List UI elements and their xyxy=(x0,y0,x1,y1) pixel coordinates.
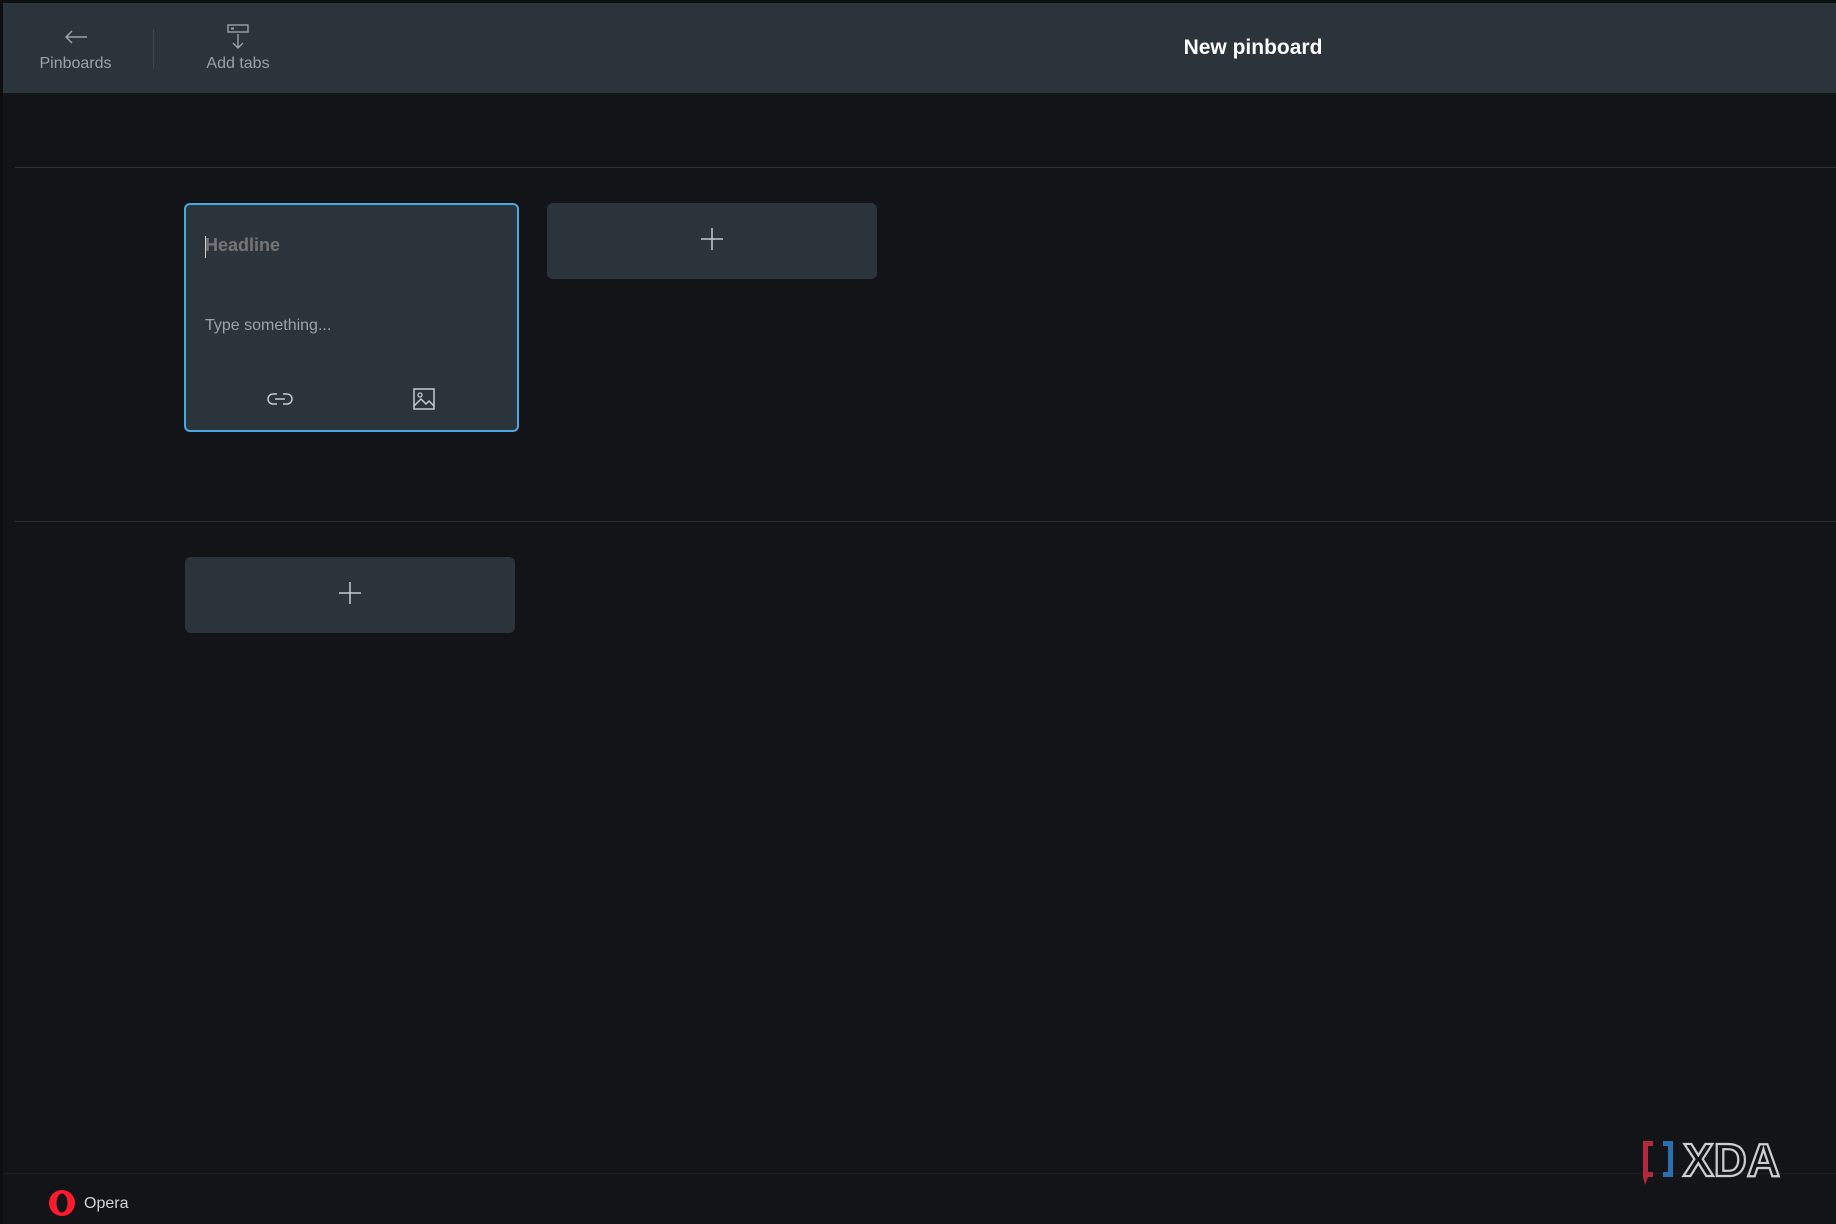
toolbar-divider xyxy=(153,29,154,69)
row-divider xyxy=(15,167,1836,168)
arrow-left-icon xyxy=(64,23,88,51)
add-link-button[interactable] xyxy=(264,385,296,417)
back-to-pinboards-button[interactable]: Pinboards xyxy=(33,3,118,93)
note-card[interactable]: Type something... xyxy=(184,203,519,432)
note-body-input[interactable]: Type something... xyxy=(205,317,495,335)
add-row-button[interactable] xyxy=(185,557,515,633)
add-tabs-label: Add tabs xyxy=(206,55,270,72)
status-bar xyxy=(3,1173,1836,1224)
pinboard-window: Pinboards Add tabs New pinboard Type som… xyxy=(3,3,1836,1224)
back-label: Pinboards xyxy=(39,55,112,72)
add-image-button[interactable] xyxy=(408,385,440,417)
row-divider xyxy=(15,521,1836,522)
image-icon xyxy=(413,387,435,415)
plus-icon xyxy=(338,581,362,610)
svg-text:XDA: XDA xyxy=(1683,1134,1780,1186)
opera-logo-icon xyxy=(47,1188,77,1218)
add-tabs-icon xyxy=(227,23,249,51)
opera-brand-label: Opera xyxy=(84,1195,129,1212)
xda-watermark: XDA xyxy=(1633,1133,1813,1188)
link-icon xyxy=(266,391,294,412)
plus-icon xyxy=(700,227,724,256)
add-card-button[interactable] xyxy=(547,203,877,279)
text-caret xyxy=(205,236,206,258)
note-headline-input[interactable] xyxy=(205,235,495,256)
top-toolbar: Pinboards Add tabs New pinboard xyxy=(3,3,1836,93)
page-title[interactable]: New pinboard xyxy=(1103,3,1403,93)
add-tabs-button[interactable]: Add tabs xyxy=(198,3,278,93)
